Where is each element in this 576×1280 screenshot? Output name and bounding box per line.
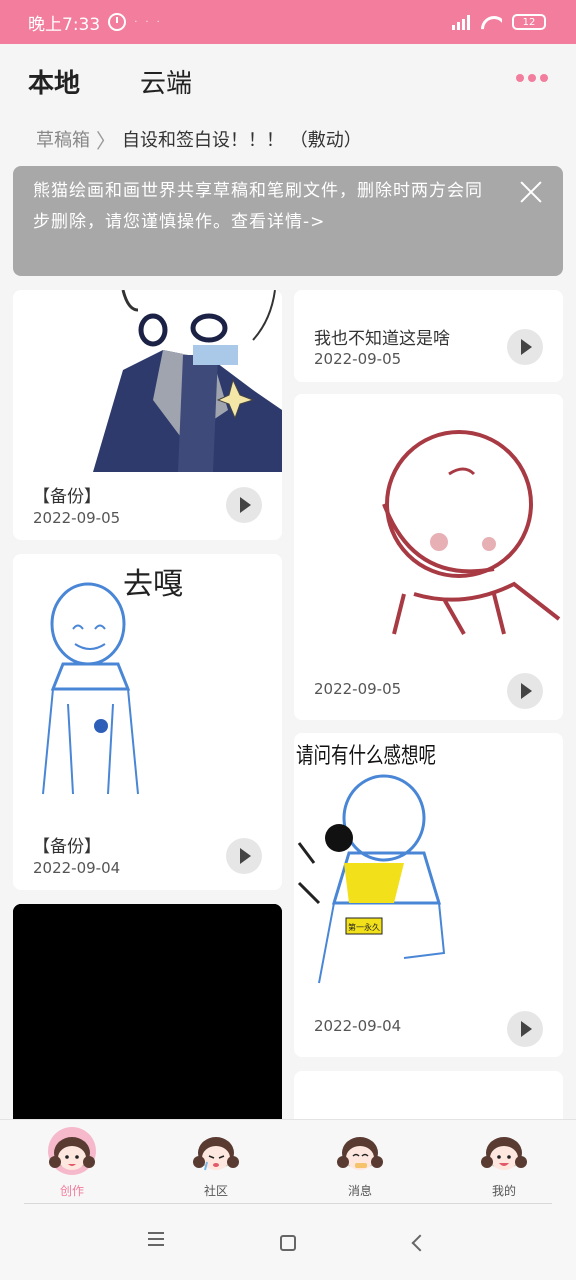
draft-date: 2022-09-04 <box>33 859 121 877</box>
nav-mine[interactable]: 我的 <box>432 1120 576 1204</box>
notification-dot-icon: · <box>145 16 149 28</box>
play-icon[interactable] <box>507 329 543 365</box>
more-options-button[interactable] <box>516 74 548 82</box>
battery-level: 12 <box>522 16 536 28</box>
back-icon[interactable] <box>405 1228 435 1258</box>
alarm-icon <box>108 13 127 31</box>
status-right: 12 <box>452 14 546 30</box>
notice-banner[interactable]: 熊猫绘画和画世界共享草稿和笔刷文件，删除时两方会同步删除，请您谨慎操作。查看详情… <box>13 166 563 276</box>
close-icon[interactable] <box>517 178 545 206</box>
avatar-create-icon <box>43 1126 101 1176</box>
status-time: 晚上7:33 <box>28 14 101 35</box>
artwork-thumbnail <box>294 394 563 649</box>
bottom-nav: 创作 社区 消息 我的 <box>0 1119 576 1205</box>
nav-label: 消息 <box>347 1184 372 1198</box>
notification-dot-icon: · <box>134 16 138 28</box>
breadcrumb-root[interactable]: 草稿箱 <box>36 126 90 152</box>
draft-title: 我也不知道这是啥 <box>314 329 450 349</box>
draft-card[interactable]: 去嘎 【备份】 2022-09-04 <box>13 554 282 890</box>
divider <box>24 1203 552 1204</box>
signal-icon <box>452 14 470 30</box>
nav-label: 社区 <box>203 1184 228 1198</box>
draft-card[interactable]: 2022-09-05 <box>294 394 563 720</box>
draft-card[interactable]: 第一永久 请问有什么感想呢 2022-09-04 <box>294 733 563 1057</box>
nav-label: 创作 <box>59 1184 84 1198</box>
chevron-right-icon: 〉 <box>96 128 116 153</box>
draft-title: 【备份】 <box>33 487 101 507</box>
wifi-icon <box>480 14 502 30</box>
draft-date: 2022-09-05 <box>314 680 402 698</box>
notice-text[interactable]: 熊猫绘画和画世界共享草稿和笔刷文件，删除时两方会同步删除，请您谨慎操作。查看详情… <box>33 181 483 232</box>
breadcrumb: 草稿箱 〉 自设和签白设！！！ （敷动） <box>36 122 362 156</box>
notification-dot-icon: · <box>156 16 160 28</box>
artwork-handwriting: 请问有什么感想呢 <box>296 744 436 769</box>
draft-card[interactable]: 【备份】 2022-09-05 <box>13 290 282 540</box>
artwork-thumbnail: 第一永久 请问有什么感想呢 <box>294 733 563 988</box>
artwork-thumbnail <box>13 290 282 472</box>
nav-create[interactable]: 创作 <box>0 1120 144 1204</box>
draft-date: 2022-09-05 <box>314 350 402 368</box>
top-tabs: 本地 云端 <box>0 44 576 118</box>
tab-local[interactable]: 本地 <box>28 63 80 100</box>
artwork-badge-text: 第一永久 <box>348 922 380 932</box>
avatar-mine-icon <box>475 1126 533 1176</box>
play-icon[interactable] <box>507 1011 543 1047</box>
status-left: 晚上7:33 · · · <box>28 10 160 35</box>
play-icon[interactable] <box>226 487 262 523</box>
status-bar: 晚上7:33 · · · 12 <box>0 0 576 44</box>
avatar-community-icon <box>187 1126 245 1176</box>
avatar-messages-icon <box>331 1126 389 1176</box>
menu-icon[interactable] <box>141 1228 171 1258</box>
battery-icon: 12 <box>512 14 546 30</box>
artwork-thumbnail: 去嘎 <box>13 554 282 814</box>
nav-messages[interactable]: 消息 <box>288 1120 432 1204</box>
draft-date: 2022-09-04 <box>314 1017 402 1035</box>
draft-card[interactable] <box>13 904 282 1119</box>
draft-date: 2022-09-05 <box>33 509 121 527</box>
nav-label: 我的 <box>491 1184 516 1198</box>
draft-title: 【备份】 <box>33 837 101 857</box>
artwork-handwriting: 去嘎 <box>123 567 183 602</box>
tab-cloud[interactable]: 云端 <box>140 63 192 100</box>
artwork-thumbnail <box>13 904 282 1119</box>
nav-community[interactable]: 社区 <box>144 1120 288 1204</box>
system-nav-bar <box>0 1205 576 1280</box>
draft-card[interactable] <box>294 1071 563 1119</box>
play-icon[interactable] <box>226 838 262 874</box>
home-icon[interactable] <box>273 1228 303 1258</box>
draft-card[interactable]: 我也不知道这是啥 2022-09-05 <box>294 290 563 382</box>
play-icon[interactable] <box>507 673 543 709</box>
breadcrumb-current: 自设和签白设！！！ （敷动） <box>122 130 362 151</box>
